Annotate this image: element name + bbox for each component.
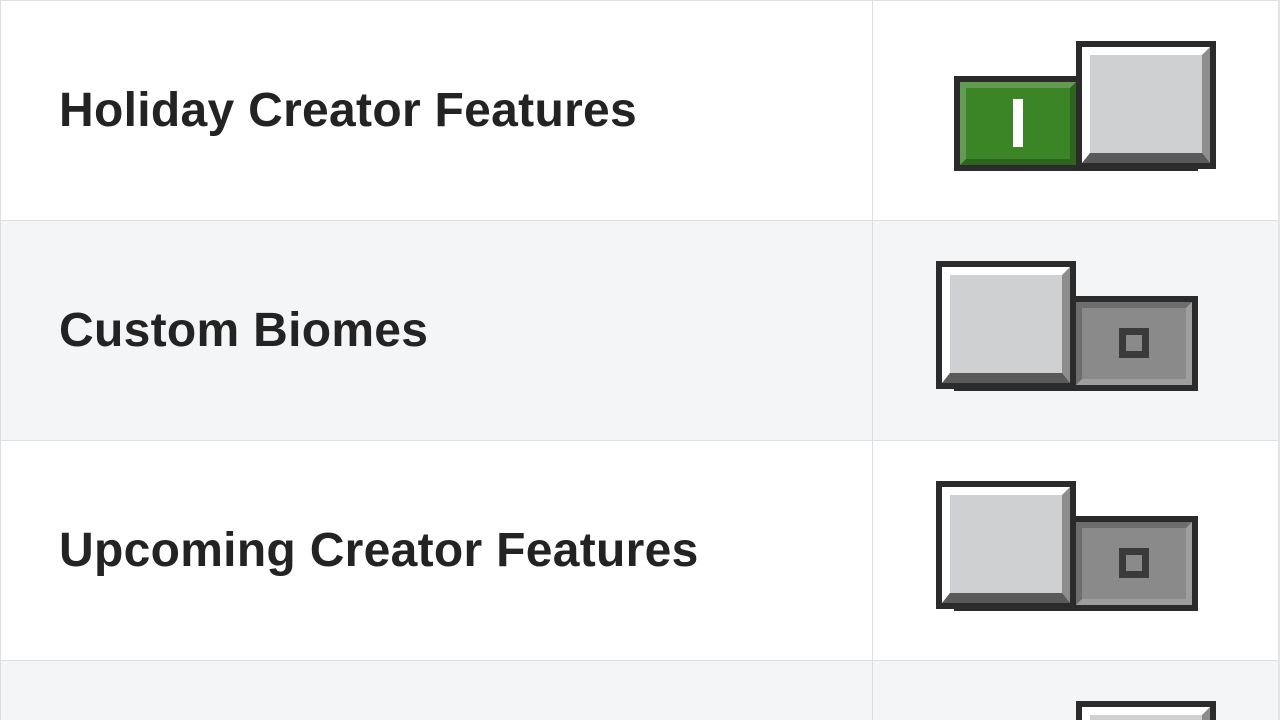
setting-label: Holiday Creator Features <box>59 84 637 137</box>
setting-row <box>1 661 1280 720</box>
toggle-upcoming-creator-features[interactable] <box>936 481 1216 621</box>
toggle-custom-biomes[interactable] <box>936 261 1216 401</box>
toggle-unknown[interactable] <box>936 701 1216 720</box>
setting-row: Holiday Creator Features <box>1 1 1280 221</box>
setting-label: Custom Biomes <box>59 304 428 357</box>
toggle-off-glyph-icon <box>1119 328 1149 358</box>
toggle-knob <box>1076 41 1216 169</box>
toggle-knob <box>936 261 1076 389</box>
setting-label: Upcoming Creator Features <box>59 524 699 577</box>
toggle-knob <box>936 481 1076 609</box>
toggle-holiday-creator-features[interactable] <box>936 41 1216 181</box>
toggle-on-glyph-icon <box>1013 99 1023 147</box>
setting-row: Upcoming Creator Features <box>1 441 1280 661</box>
experimental-features-table: Holiday Creator Features Custom Biomes <box>0 0 1280 720</box>
toggle-off-glyph-icon <box>1119 548 1149 578</box>
toggle-knob <box>1076 701 1216 720</box>
setting-row: Custom Biomes <box>1 221 1280 441</box>
